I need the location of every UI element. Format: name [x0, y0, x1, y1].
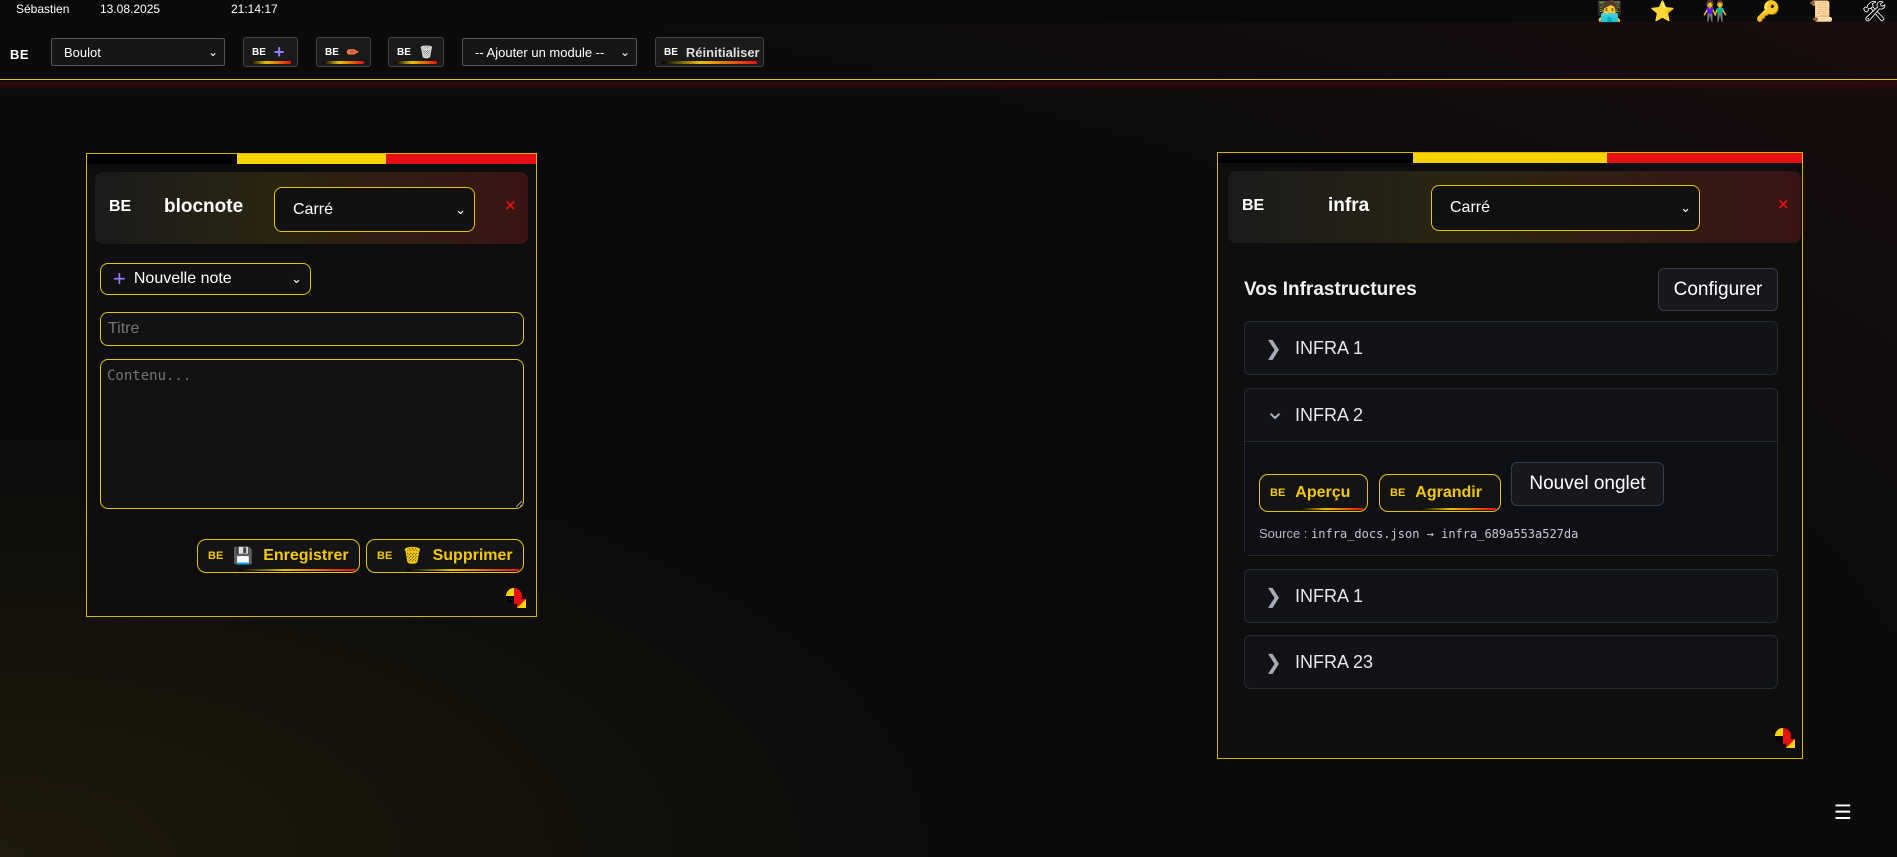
- user-name: Sébastien: [16, 2, 70, 16]
- chevron-down-icon: ⌄: [619, 45, 630, 59]
- people-icon[interactable]: 👫: [1703, 0, 1728, 22]
- note-select-value: Nouvelle note: [133, 270, 232, 287]
- reset-label: Réinitialiser: [685, 44, 760, 60]
- info-bar: Sébastien 13.08.2025 21:14:17 🧑‍💻 ⭐ 👫 🔑 …: [0, 0, 1897, 22]
- note-select[interactable]: + Nouvelle note ⌄: [100, 263, 311, 295]
- blocnote-header[interactable]: BE blocnote Carré ⌄ ×: [95, 172, 528, 244]
- infra-header[interactable]: BE infra Carré ⌄ ×: [1228, 171, 1801, 243]
- menu-icon[interactable]: ☰: [1834, 800, 1852, 824]
- accordion-header[interactable]: ❯ INFRA 1: [1245, 570, 1777, 622]
- expand-button[interactable]: BE Agrandir: [1379, 474, 1501, 512]
- expand-label: Agrandir: [1415, 484, 1482, 501]
- accordion-header[interactable]: ❯ INFRA 1: [1245, 322, 1777, 374]
- chevron-down-icon: ⌄: [455, 201, 466, 217]
- be-badge: BE: [252, 46, 266, 58]
- delete-workspace-button[interactable]: BE 🗑: [388, 37, 444, 67]
- top-icons: 🧑‍💻 ⭐ 👫 🔑 📜 🛠: [1597, 0, 1887, 22]
- infra-panel: BE infra Carré ⌄ × Vos Infrastructures C…: [1217, 152, 1803, 759]
- save-button[interactable]: BE 💾 Enregistrer: [197, 539, 360, 573]
- toolbar: BE Boulot ⌄ BE + BE ✏ BE 🗑 -- Ajouter un…: [0, 30, 1897, 78]
- be-logo: BE: [10, 47, 30, 62]
- be-logo: BE: [109, 198, 132, 215]
- chevron-down-icon: ⌄: [207, 45, 218, 59]
- workspace-value: Boulot: [64, 44, 101, 60]
- floppy-icon: 💾: [233, 548, 254, 565]
- chevron-down-icon: ⌄: [291, 271, 302, 286]
- title-input[interactable]: [100, 312, 524, 346]
- accordion-item-expanded: ⌄ INFRA 2 BE Aperçu BE Agrandir Nouvel o…: [1244, 388, 1778, 556]
- be-logo: BE: [1242, 197, 1265, 214]
- star-icon[interactable]: ⭐: [1650, 0, 1675, 22]
- save-label: Enregistrer: [263, 547, 349, 564]
- accordion-header[interactable]: ❯ INFRA 23: [1245, 636, 1777, 688]
- panel-title: infra: [1328, 195, 1370, 216]
- be-badge: BE: [1270, 487, 1286, 499]
- flag-stripe: [87, 154, 537, 164]
- pencil-icon: ✏: [346, 43, 359, 60]
- infra-label: INFRA 1: [1295, 337, 1364, 358]
- toolbar-divider: [0, 79, 1897, 80]
- toolbar-shadow: [0, 82, 1897, 90]
- accordion-item: ❯ INFRA 23: [1244, 635, 1778, 689]
- chevron-right-icon: ❯: [1265, 650, 1282, 674]
- be-badge: BE: [1390, 487, 1406, 499]
- add-module-value: -- Ajouter un module --: [475, 44, 605, 60]
- flag-stripe: [1218, 153, 1803, 163]
- infra-label: INFRA 2: [1295, 404, 1364, 425]
- content-textarea[interactable]: [100, 359, 524, 509]
- accordion-item: ❯ INFRA 1: [1244, 321, 1778, 375]
- source-line: Source : infra_docs.json → infra_689a553…: [1259, 526, 1578, 541]
- resize-handle-icon[interactable]: [1774, 727, 1796, 749]
- preview-button[interactable]: BE Aperçu: [1259, 474, 1368, 512]
- chevron-down-icon: ⌄: [1265, 397, 1286, 425]
- chevron-right-icon: ❯: [1265, 584, 1282, 608]
- be-badge: BE: [377, 550, 393, 562]
- shape-value: Carré: [293, 200, 334, 218]
- be-badge: BE: [664, 46, 678, 58]
- section-title: Vos Infrastructures: [1244, 279, 1417, 300]
- blocnote-panel: BE blocnote Carré ⌄ × + Nouvelle note ⌄ …: [86, 153, 537, 617]
- accordion-header[interactable]: ⌄ INFRA 2: [1245, 389, 1777, 441]
- key-icon[interactable]: 🔑: [1756, 0, 1781, 22]
- accordion-body: BE Aperçu BE Agrandir Nouvel onglet Sour…: [1245, 441, 1777, 555]
- user-icon[interactable]: 🧑‍💻: [1597, 0, 1622, 22]
- add-workspace-button[interactable]: BE +: [243, 37, 298, 67]
- tools-icon[interactable]: 🛠: [1862, 0, 1887, 22]
- plus-icon: +: [113, 266, 126, 291]
- source-value: infra_docs.json → infra_689a553a527da: [1311, 527, 1579, 541]
- reset-button[interactable]: BE Réinitialiser: [655, 37, 764, 67]
- close-icon[interactable]: ×: [504, 196, 517, 214]
- scroll-icon[interactable]: 📜: [1809, 0, 1834, 22]
- chevron-down-icon: ⌄: [1680, 200, 1691, 215]
- accordion-item: ❯ INFRA 1: [1244, 569, 1778, 623]
- be-badge: BE: [325, 46, 339, 58]
- trash-icon: 🗑: [418, 45, 435, 59]
- chevron-right-icon: ❯: [1265, 336, 1282, 360]
- trash-icon: 🗑: [402, 548, 423, 565]
- add-module-select[interactable]: -- Ajouter un module -- ⌄: [462, 38, 637, 66]
- infra-label: INFRA 23: [1295, 651, 1374, 672]
- new-tab-button[interactable]: Nouvel onglet: [1511, 462, 1664, 506]
- delete-button[interactable]: BE 🗑 Supprimer: [366, 539, 524, 573]
- panel-title: blocnote: [164, 196, 244, 217]
- plus-icon: +: [273, 41, 285, 62]
- current-date: 13.08.2025: [100, 2, 161, 16]
- be-badge: BE: [208, 550, 224, 562]
- delete-label: Supprimer: [432, 547, 513, 564]
- edit-workspace-button[interactable]: BE ✏: [316, 37, 371, 67]
- close-icon[interactable]: ×: [1777, 195, 1790, 213]
- shape-select[interactable]: Carré ⌄: [1431, 185, 1700, 231]
- configure-button[interactable]: Configurer: [1658, 268, 1778, 311]
- preview-label: Aperçu: [1295, 484, 1351, 501]
- resize-handle-icon[interactable]: [505, 587, 527, 609]
- be-badge: BE: [397, 46, 411, 58]
- source-label: Source :: [1259, 526, 1308, 541]
- current-time: 21:14:17: [231, 2, 278, 16]
- shape-value: Carré: [1450, 199, 1491, 216]
- shape-select[interactable]: Carré ⌄: [274, 187, 475, 232]
- workspace-select[interactable]: Boulot ⌄: [51, 38, 225, 66]
- infra-label: INFRA 1: [1295, 585, 1364, 606]
